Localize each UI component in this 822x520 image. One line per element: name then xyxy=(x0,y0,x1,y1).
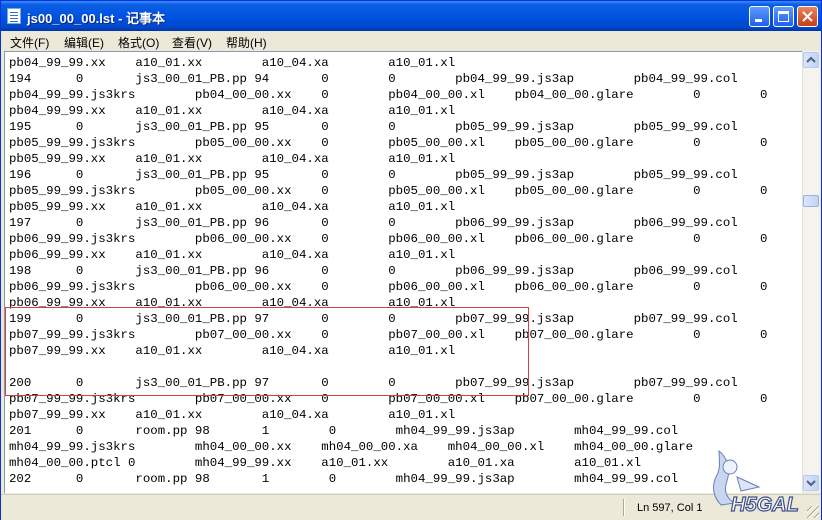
menu-view[interactable]: 查看(V) xyxy=(172,34,212,51)
arrow-up-icon xyxy=(806,56,816,63)
text-line[interactable]: mh04_99_99.js3krs mh04_00_00.xx mh04_00_… xyxy=(9,439,767,455)
text-line[interactable]: 195 0 js3_00_01_PB.pp 95 0 0 pb05_99_99.… xyxy=(9,119,767,135)
resize-grip[interactable] xyxy=(807,506,819,518)
text-line[interactable]: 202 0 room.pp 98 1 0 mh04_99_99.js3ap mh… xyxy=(9,471,767,487)
menu-file[interactable]: 文件(F) xyxy=(10,34,49,51)
text-editor[interactable]: pb04_99_99.xx a10_01.xx a10_04.xa a10_01… xyxy=(4,51,802,493)
text-line[interactable]: pb04_99_99.js3krs pb04_00_00.xx 0 pb04_0… xyxy=(9,87,767,103)
close-icon xyxy=(802,11,813,22)
menu-help[interactable]: 帮助(H) xyxy=(226,34,267,51)
window-title: js00_00_00.lst - 记事本 xyxy=(27,11,166,26)
text-line[interactable]: pb05_99_99.xx a10_01.xx a10_04.xa a10_01… xyxy=(9,199,767,215)
text-line[interactable]: 201 0 room.pp 98 1 0 mh04_99_99.js3ap mh… xyxy=(9,423,767,439)
h5gal-watermark: H5GAL xyxy=(713,449,799,517)
text-line[interactable]: mh04_00_00.ptcl 0 mh04_99_99.xx a10_01.x… xyxy=(9,455,767,471)
text-line[interactable]: pb06_99_99.js3krs pb06_00_00.xx 0 pb06_0… xyxy=(9,279,767,295)
text-line[interactable]: pb05_99_99.js3krs pb05_00_00.xx 0 pb05_0… xyxy=(9,183,767,199)
close-button[interactable] xyxy=(797,6,818,27)
cursor-position: Ln 597, Col 1 xyxy=(637,502,703,514)
vertical-scrollbar[interactable] xyxy=(802,51,820,492)
watermark-text: H5GAL xyxy=(731,494,799,516)
scroll-thumb[interactable] xyxy=(803,195,819,207)
notepad-window: js00_00_00.lst - 记事本 文件(F) 编辑(E) 格式(O) 查… xyxy=(0,0,822,520)
title-bar[interactable]: js00_00_00.lst - 记事本 xyxy=(1,1,821,31)
menu-format[interactable]: 格式(O) xyxy=(118,34,159,51)
text-line[interactable]: 196 0 js3_00_01_PB.pp 95 0 0 pb05_99_99.… xyxy=(9,167,767,183)
document-text[interactable]: pb04_99_99.xx a10_01.xx a10_04.xa a10_01… xyxy=(9,55,767,487)
status-divider xyxy=(623,499,624,516)
minimize-icon xyxy=(755,19,762,22)
menu-edit[interactable]: 编辑(E) xyxy=(64,34,104,51)
text-line[interactable]: pb06_99_99.xx a10_01.xx a10_04.xa a10_01… xyxy=(9,247,767,263)
notepad-icon[interactable] xyxy=(7,8,21,24)
text-line[interactable]: pb04_99_99.xx a10_01.xx a10_04.xa a10_01… xyxy=(9,103,767,119)
scroll-up-button[interactable] xyxy=(803,52,819,68)
text-line[interactable]: pb07_99_99.xx a10_01.xx a10_04.xa a10_01… xyxy=(9,407,767,423)
maximize-icon xyxy=(778,11,789,22)
text-line[interactable]: 198 0 js3_00_01_PB.pp 96 0 0 pb06_99_99.… xyxy=(9,263,767,279)
highlight-box xyxy=(5,307,529,396)
minimize-button[interactable] xyxy=(749,6,770,27)
menu-bar: 文件(F) 编辑(E) 格式(O) 查看(V) 帮助(H) xyxy=(1,31,821,51)
text-line[interactable]: 197 0 js3_00_01_PB.pp 96 0 0 pb06_99_99.… xyxy=(9,215,767,231)
text-line[interactable]: 194 0 js3_00_01_PB.pp 94 0 0 pb04_99_99.… xyxy=(9,71,767,87)
text-line[interactable]: pb05_99_99.xx a10_01.xx a10_04.xa a10_01… xyxy=(9,151,767,167)
maximize-button[interactable] xyxy=(773,6,794,27)
text-line[interactable]: pb04_99_99.xx a10_01.xx a10_04.xa a10_01… xyxy=(9,55,767,71)
text-line[interactable]: pb05_99_99.js3krs pb05_00_00.xx 0 pb05_0… xyxy=(9,135,767,151)
text-line[interactable]: pb06_99_99.js3krs pb06_00_00.xx 0 pb06_0… xyxy=(9,231,767,247)
